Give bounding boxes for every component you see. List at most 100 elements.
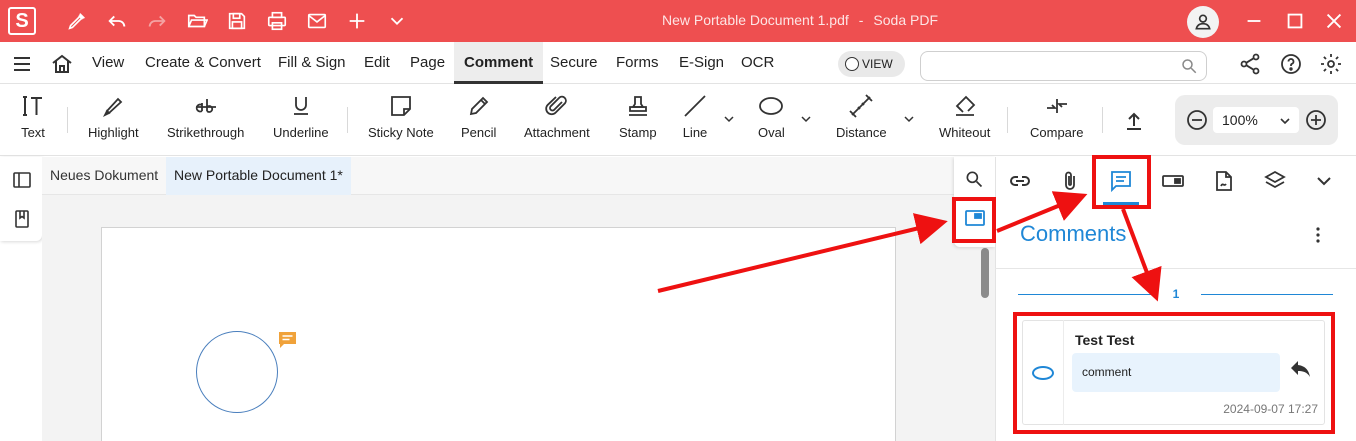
tool-distance[interactable]: Distance — [836, 93, 887, 148]
search-icon[interactable] — [1180, 57, 1198, 75]
zoom-level-value: 100% — [1222, 112, 1258, 128]
tool-stamp[interactable]: Stamp — [619, 93, 657, 148]
menu-comment[interactable]: Comment — [454, 42, 544, 84]
soda-logo[interactable]: S — [8, 7, 36, 35]
soda-pdf-window: S New Portable Document 1.pdf - Soda PDF… — [0, 0, 1356, 441]
chevron-down-icon — [1317, 177, 1331, 186]
zoom-out-icon[interactable] — [1185, 108, 1209, 132]
pen-icon[interactable] — [63, 7, 91, 35]
panel-tab-signatures[interactable] — [1204, 157, 1244, 205]
menu-view[interactable]: View — [92, 42, 124, 84]
distance-ruler-icon — [849, 94, 873, 118]
oval-options-chevron-icon[interactable] — [800, 113, 812, 125]
upload-export-icon[interactable] — [1122, 109, 1146, 133]
page-separator-line — [1201, 294, 1333, 295]
page-separator-line — [1018, 294, 1151, 295]
oval-icon — [759, 97, 784, 115]
panel-toggle-icon[interactable] — [12, 170, 32, 190]
print-icon[interactable] — [263, 7, 291, 35]
save-icon[interactable] — [223, 7, 251, 35]
menu-forms[interactable]: Forms — [616, 42, 659, 84]
tool-strikethrough-label: Strikethrough — [167, 125, 245, 140]
plus-icon[interactable] — [343, 7, 371, 35]
hamburger-menu-icon[interactable] — [10, 52, 34, 76]
distance-options-chevron-icon[interactable] — [903, 113, 915, 125]
tool-compare[interactable]: Compare — [1030, 93, 1083, 148]
menu-fill-sign[interactable]: Fill & Sign — [278, 42, 346, 84]
menu-bar: View Create & Convert Fill & Sign Edit P… — [0, 42, 1356, 84]
tool-pencil[interactable]: Pencil — [461, 93, 496, 148]
mail-icon[interactable] — [303, 7, 331, 35]
panel-tab-links[interactable] — [1000, 157, 1040, 205]
help-icon[interactable] — [1279, 52, 1303, 76]
share-icon[interactable] — [1238, 52, 1262, 76]
minimize-icon[interactable] — [1240, 7, 1268, 35]
bookmark-icon[interactable] — [12, 209, 32, 229]
toolbar-divider — [1007, 107, 1008, 133]
tool-highlight[interactable]: Highlight — [88, 93, 139, 148]
tool-text[interactable]: Text — [20, 93, 46, 148]
find-search-icon[interactable] — [964, 169, 984, 189]
toolbar-divider — [347, 107, 348, 133]
home-icon[interactable] — [50, 52, 74, 76]
menu-edit[interactable]: Edit — [364, 42, 390, 84]
menu-secure[interactable]: Secure — [550, 42, 598, 84]
comment-note-icon[interactable] — [278, 331, 297, 349]
highlight-box-panel-toggle — [952, 197, 996, 243]
eraser-icon — [955, 95, 975, 116]
zoom-level-select[interactable]: 100% — [1213, 107, 1299, 133]
tool-whiteout-label: Whiteout — [939, 125, 991, 140]
undo-icon[interactable] — [103, 7, 131, 35]
tool-line[interactable]: Line — [682, 93, 708, 148]
user-avatar[interactable] — [1187, 6, 1219, 38]
settings-gear-icon[interactable] — [1319, 52, 1343, 76]
tool-sticky-note-label: Sticky Note — [368, 125, 434, 140]
line-options-chevron-icon[interactable] — [723, 113, 735, 125]
open-folder-icon[interactable] — [183, 7, 211, 35]
tool-highlight-label: Highlight — [88, 125, 139, 140]
zoom-in-icon[interactable] — [1304, 108, 1328, 132]
tab-neues-dokument[interactable]: Neues Dokument — [42, 157, 166, 195]
view-toggle-label: VIEW — [862, 57, 893, 71]
stamp-icon — [628, 96, 647, 116]
tool-underline-label: Underline — [273, 125, 329, 140]
menu-e-sign[interactable]: E-Sign — [679, 42, 724, 84]
left-sidebar-rail — [0, 157, 42, 241]
toolbar-divider — [1102, 107, 1103, 133]
app-name: Soda PDF — [873, 12, 939, 28]
line-icon — [684, 95, 706, 117]
panel-tab-layers[interactable] — [1255, 157, 1295, 205]
tool-line-label: Line — [682, 125, 708, 140]
chevron-down-icon[interactable] — [383, 7, 411, 35]
menu-page[interactable]: Page — [410, 42, 445, 84]
menu-create-convert[interactable]: Create & Convert — [145, 42, 261, 84]
search-box[interactable] — [920, 51, 1207, 81]
panel-tab-attachments[interactable] — [1050, 157, 1090, 205]
tab-new-portable-document[interactable]: New Portable Document 1* — [166, 157, 351, 195]
redo-icon[interactable] — [143, 7, 171, 35]
oval-annotation[interactable] — [196, 331, 278, 413]
tool-strikethrough[interactable]: Strikethrough — [167, 93, 244, 148]
maximize-icon[interactable] — [1281, 7, 1309, 35]
view-mode-toggle[interactable]: VIEW — [838, 51, 905, 77]
tool-attachment-label: Attachment — [524, 125, 590, 140]
tool-compare-label: Compare — [1030, 125, 1084, 140]
tool-underline[interactable]: Underline — [273, 93, 329, 148]
highlight-box-comment-card — [1013, 312, 1335, 434]
tool-sticky-note[interactable]: Sticky Note — [368, 93, 434, 148]
search-input[interactable] — [921, 52, 1171, 80]
compare-icon — [1046, 99, 1067, 113]
tool-oval[interactable]: Oval — [758, 93, 785, 148]
tool-whiteout[interactable]: Whiteout — [939, 93, 990, 148]
vertical-scrollbar[interactable] — [981, 248, 989, 298]
document-name: New Portable Document 1.pdf — [661, 12, 849, 28]
tool-distance-label: Distance — [836, 125, 887, 140]
tool-attachment[interactable]: Attachment — [524, 93, 590, 148]
panel-tabs-more[interactable] — [1304, 157, 1344, 205]
close-icon[interactable] — [1320, 7, 1348, 35]
toggle-knob — [845, 57, 859, 71]
more-options-icon[interactable] — [1308, 225, 1328, 245]
panel-tab-fields[interactable] — [1153, 157, 1193, 205]
menu-ocr[interactable]: OCR — [741, 42, 774, 84]
title-separator: - — [858, 12, 864, 28]
